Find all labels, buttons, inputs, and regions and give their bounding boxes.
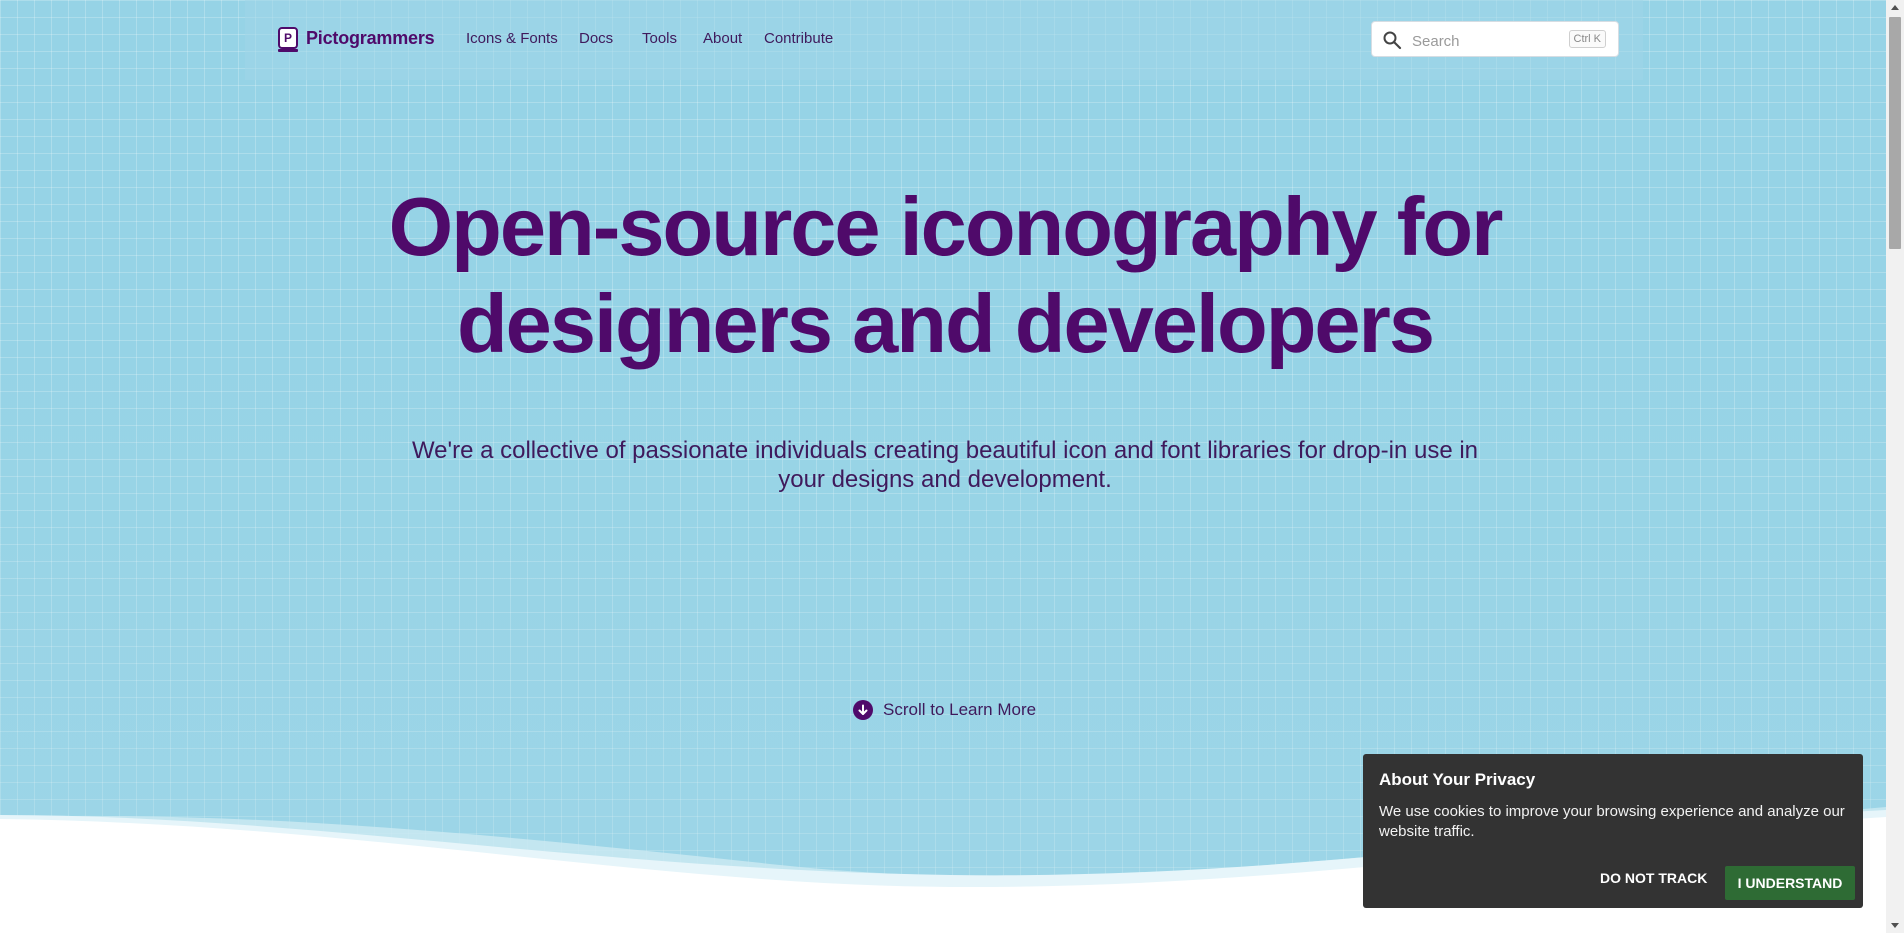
- hero-subtitle: We're a collective of passionate individ…: [411, 437, 1479, 493]
- scroll-to-learn-more-link[interactable]: Scroll to Learn More: [853, 700, 1036, 720]
- title-line-2: designers and developers: [456, 277, 1435, 370]
- privacy-title: About Your Privacy: [1379, 770, 1536, 789]
- scrollbar-thumb[interactable]: [1889, 17, 1901, 249]
- scroll-label: Scroll to Learn More: [883, 700, 1037, 719]
- scroll-up-arrow-icon[interactable]: [1891, 5, 1899, 10]
- nav-about[interactable]: About: [703, 30, 742, 47]
- arrow-down-circle-icon: [853, 700, 873, 720]
- page-title: Open-source iconography for designers an…: [300, 178, 1590, 372]
- nav-docs[interactable]: Docs: [579, 30, 613, 47]
- privacy-text: We use cookies to improve your browsing …: [1379, 803, 1845, 840]
- page-scrollbar[interactable]: [1886, 0, 1904, 933]
- nav-tools[interactable]: Tools: [642, 30, 677, 47]
- i-understand-button[interactable]: I UNDERSTAND: [1725, 866, 1855, 900]
- search-box[interactable]: Ctrl K: [1371, 21, 1619, 57]
- nav-icons-fonts[interactable]: Icons & Fonts: [466, 30, 558, 47]
- do-not-track-button[interactable]: DO NOT TRACK: [1594, 866, 1713, 890]
- brand-name: Pictogrammers: [306, 27, 435, 48]
- scroll-down-arrow-icon[interactable]: [1891, 923, 1899, 928]
- search-shortcut-hint: Ctrl K: [1568, 30, 1606, 48]
- nav-contribute[interactable]: Contribute: [764, 30, 833, 47]
- privacy-banner: About Your Privacy We use cookies to imp…: [1363, 754, 1863, 908]
- search-icon: [1383, 31, 1402, 50]
- title-line-1: Open-source iconography for: [388, 180, 1504, 273]
- search-input[interactable]: [1410, 29, 1564, 53]
- pictogrammers-logo-icon: P: [278, 27, 298, 52]
- brand-logo-link[interactable]: P Pictogrammers: [278, 27, 435, 52]
